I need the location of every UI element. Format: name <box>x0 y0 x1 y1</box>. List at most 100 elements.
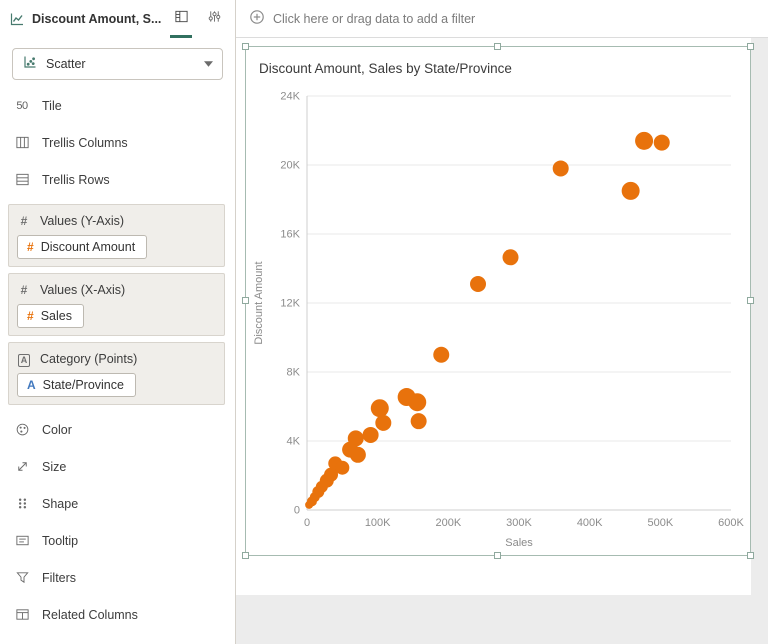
x-tick-label: 200K <box>435 517 461 529</box>
related-columns-icon <box>13 607 31 622</box>
viz-type-select[interactable]: Scatter <box>12 48 223 80</box>
sidebar-item-shape[interactable]: Shape <box>0 485 235 522</box>
x-tick-label: 100K <box>365 517 391 529</box>
x-tick-label: 600K <box>718 517 744 529</box>
tile-50-icon: 50 <box>16 99 28 112</box>
y-tick-label: 20K <box>280 160 300 172</box>
selection-handle-e[interactable] <box>747 297 754 304</box>
grammar-rows-top: 50 Tile Trellis Columns Trellis Rows <box>0 87 235 198</box>
scatter-point[interactable] <box>552 160 569 177</box>
sidebar-item-tile[interactable]: 50 Tile <box>0 87 235 124</box>
attribute-icon: A <box>17 352 31 367</box>
scatter-point[interactable] <box>635 131 654 150</box>
sidebar-item-label: Size <box>42 459 67 474</box>
sidebar-item-label: Tile <box>42 98 62 113</box>
scatter-point[interactable] <box>433 346 450 363</box>
filter-bar[interactable]: Click here or drag data to add a filter <box>236 0 768 38</box>
scatter-point[interactable] <box>347 430 364 447</box>
drop-target-category-points[interactable]: A Category (Points) A State/Province <box>8 342 225 405</box>
chart-title: Discount Amount, Sales by State/Province <box>259 61 512 76</box>
selection-handle-nw[interactable] <box>242 43 249 50</box>
chart-type-icon <box>9 11 25 27</box>
scatter-point[interactable] <box>410 413 427 430</box>
scatter-point[interactable] <box>502 249 519 266</box>
sidebar-item-color[interactable]: Color <box>0 411 235 448</box>
sidebar-item-filters[interactable]: Filters <box>0 559 235 596</box>
settings-sliders-icon <box>207 9 222 29</box>
sidebar-item-label: Trellis Rows <box>42 172 110 187</box>
selection-handle-ne[interactable] <box>747 43 754 50</box>
group-label: Values (Y-Axis) <box>40 214 125 228</box>
sidebar-item-label: Shape <box>42 496 79 511</box>
number-icon: # <box>20 214 28 228</box>
visualization-grammar-panel: Discount Amount, S... Scatter 50 Tile Trel… <box>0 0 236 644</box>
sidebar-item-label: Related Columns <box>42 607 138 622</box>
scatter-point[interactable] <box>335 460 350 475</box>
y-tick-label: 16K <box>280 229 300 241</box>
scatter-point[interactable] <box>621 181 640 200</box>
sidebar-item-label: Trellis Columns <box>42 135 128 150</box>
scatter-point[interactable] <box>470 276 487 293</box>
drop-target-values-y-axis[interactable]: # Values (Y-Axis) # Discount Amount <box>8 204 225 267</box>
sidebar-item-size[interactable]: Size <box>0 448 235 485</box>
sidebar-item-trellis-columns[interactable]: Trellis Columns <box>0 124 235 161</box>
y-tick-label: 8K <box>287 367 301 379</box>
canvas-area: Click here or drag data to add a filter … <box>236 0 768 644</box>
color-palette-icon <box>13 422 31 437</box>
measure-icon: # <box>27 240 34 254</box>
pill-state-province[interactable]: A State/Province <box>17 373 136 397</box>
selection-handle-se[interactable] <box>747 552 754 559</box>
scatter-point[interactable] <box>370 399 389 418</box>
selection-handle-w[interactable] <box>242 297 249 304</box>
scatter-point[interactable] <box>375 414 392 431</box>
scatter-point[interactable] <box>408 393 427 412</box>
app-window: Discount Amount, S... Scatter 50 Tile Trel… <box>0 0 768 644</box>
y-tick-label: 0 <box>294 505 300 517</box>
x-tick-label: 300K <box>506 517 532 529</box>
trellis-rows-icon <box>13 172 31 187</box>
canvas-gutter-bottom <box>236 595 768 644</box>
attribute-icon: A <box>27 378 36 392</box>
selection-handle-sw[interactable] <box>242 552 249 559</box>
y-tick-label: 12K <box>280 298 300 310</box>
sidebar-item-related-columns[interactable]: Related Columns <box>0 596 235 633</box>
viz-type-value: Scatter <box>46 57 86 71</box>
tab-properties[interactable] <box>201 0 227 38</box>
sidebar-item-label: Color <box>42 422 72 437</box>
group-header-y-axis: # Values (Y-Axis) <box>17 210 216 232</box>
scatter-plot: 0 4K 8K 12K 16K 20K 24K 0 100K 200K 300K 400K 500K 60… <box>253 91 745 550</box>
panel-title: Discount Amount, S... <box>32 12 161 26</box>
chevron-down-icon <box>204 61 213 67</box>
sidebar-item-trellis-rows[interactable]: Trellis Rows <box>0 161 235 198</box>
canvas-content: Discount Amount, Sales by State/Province… <box>236 38 768 644</box>
x-axis-title: Sales <box>505 537 533 549</box>
selection-handle-s[interactable] <box>494 552 501 559</box>
tab-grammar[interactable] <box>168 0 194 38</box>
shape-dots-icon <box>13 496 31 511</box>
drop-target-values-x-axis[interactable]: # Values (X-Axis) # Sales <box>8 273 225 336</box>
grammar-panel-icon <box>174 9 189 29</box>
filter-bar-label: Click here or drag data to add a filter <box>273 11 476 26</box>
pill-label: Sales <box>40 309 72 323</box>
y-tick-label: 24K <box>280 91 300 103</box>
scatter-point[interactable] <box>653 134 670 151</box>
scatter-point[interactable] <box>349 446 366 463</box>
add-filter-icon <box>249 9 265 28</box>
size-resize-icon <box>13 459 31 474</box>
x-tick-label: 0 <box>304 517 310 529</box>
sidebar-item-tooltip[interactable]: Tooltip <box>0 522 235 559</box>
selection-handle-n[interactable] <box>494 43 501 50</box>
sidebar-item-label: Filters <box>42 570 77 585</box>
scatter-point[interactable] <box>362 426 379 443</box>
grammar-rows-bottom: Color Size Shape Tooltip Filters Related Colu… <box>0 411 235 633</box>
selected-visualization[interactable]: Discount Amount, Sales by State/Province… <box>242 43 754 559</box>
tooltip-box-icon <box>13 533 31 548</box>
pill-discount-amount[interactable]: # Discount Amount <box>17 235 148 259</box>
filter-funnel-icon <box>13 570 31 585</box>
pill-sales[interactable]: # Sales <box>17 304 84 328</box>
scatter-chart-icon <box>22 54 38 75</box>
pill-label: State/Province <box>42 378 124 392</box>
panel-header: Discount Amount, S... <box>0 0 235 38</box>
number-icon: # <box>20 283 28 297</box>
trellis-columns-icon <box>13 135 31 150</box>
